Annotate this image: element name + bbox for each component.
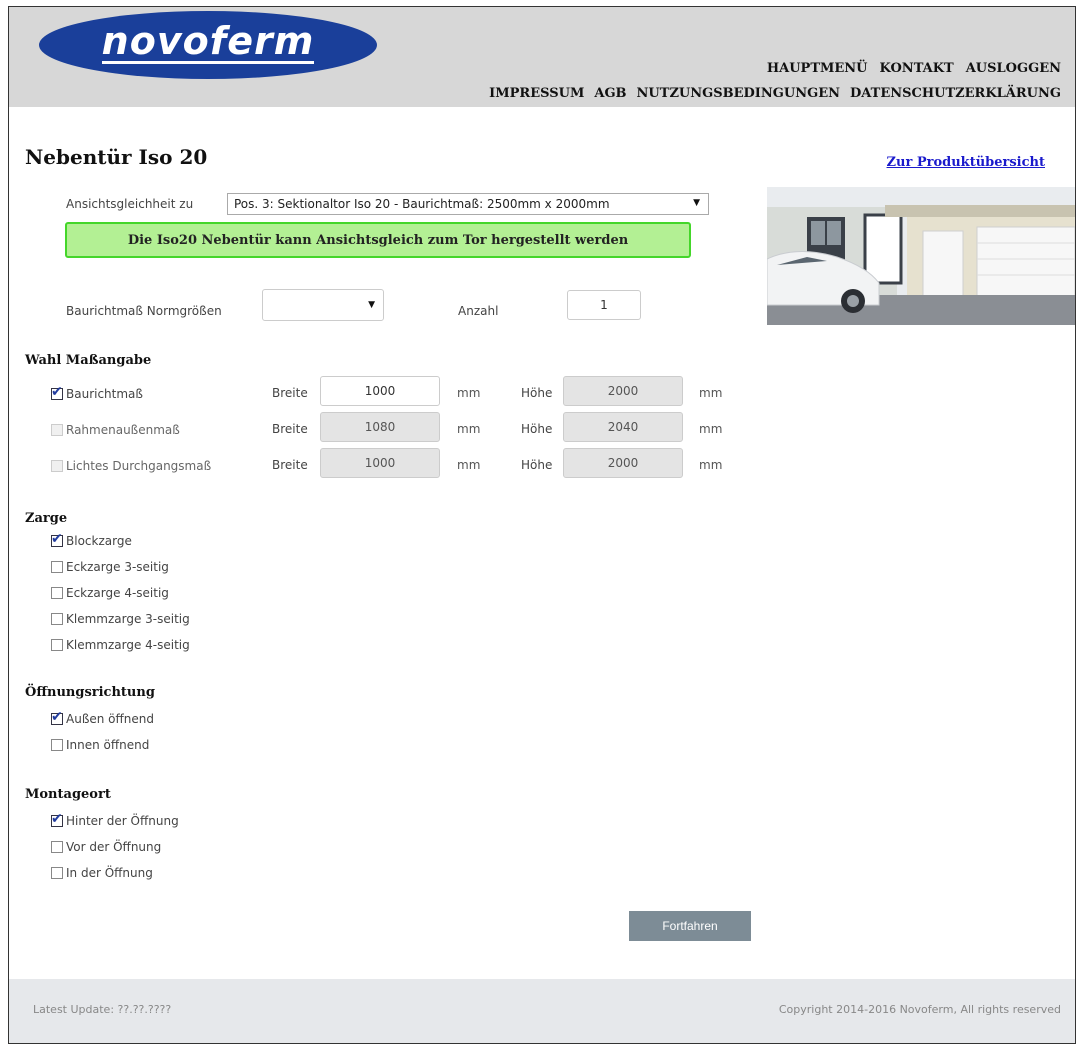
nav-impressum[interactable]: IMPRESSUM bbox=[489, 86, 584, 101]
checkbox-unchecked[interactable] bbox=[51, 613, 63, 625]
zarge-option-klemmzarge-4[interactable]: Klemmzarge 4-seitig bbox=[51, 636, 190, 654]
checkbox-unchecked[interactable] bbox=[51, 739, 63, 751]
option-label: Blockzarge bbox=[66, 534, 132, 548]
checkbox-unchecked[interactable] bbox=[51, 460, 63, 472]
unit-mm: mm bbox=[699, 386, 723, 400]
oeffnung-option-aussen[interactable]: Außen öffnend bbox=[51, 709, 154, 728]
checkbox-unchecked[interactable] bbox=[51, 587, 63, 599]
chevron-down-icon: ▼ bbox=[693, 198, 700, 208]
checkbox-checked[interactable] bbox=[51, 384, 63, 400]
nav-kontakt[interactable]: KONTAKT bbox=[880, 61, 954, 76]
ansicht-select[interactable]: Pos. 3: Sektionaltor Iso 20 - Baurichtma… bbox=[227, 193, 709, 215]
option-label: Außen öffnend bbox=[66, 712, 154, 726]
page-frame: novoferm HAUPTMENÜ KONTAKT AUSLOGGEN IMP… bbox=[8, 6, 1076, 1044]
unit-mm: mm bbox=[699, 422, 723, 436]
montage-option-vor[interactable]: Vor der Öffnung bbox=[51, 838, 161, 856]
zarge-option-eckzarge-4[interactable]: Eckzarge 4-seitig bbox=[51, 584, 169, 602]
unit-mm: mm bbox=[699, 458, 723, 472]
section-title-zarge: Zarge bbox=[25, 511, 68, 526]
hoehe-input: 2000 bbox=[563, 376, 683, 406]
breite-label: Breite bbox=[272, 422, 308, 436]
option-label: Klemmzarge 3-seitig bbox=[66, 612, 190, 626]
nav-ausloggen[interactable]: AUSLOGGEN bbox=[966, 61, 1061, 76]
hoehe-input: 2040 bbox=[563, 412, 683, 442]
checkbox-unchecked[interactable] bbox=[51, 841, 63, 853]
breite-label: Breite bbox=[272, 458, 308, 472]
rahmenaussenmass-option[interactable]: Rahmenaußenmaß bbox=[51, 421, 180, 439]
option-label: Lichtes Durchgangsmaß bbox=[66, 459, 212, 473]
nav-agb[interactable]: AGB bbox=[594, 86, 626, 101]
logo-text: novoferm bbox=[101, 18, 315, 64]
zarge-option-blockzarge[interactable]: Blockzarge bbox=[51, 531, 132, 550]
header: novoferm HAUPTMENÜ KONTAKT AUSLOGGEN IMP… bbox=[9, 7, 1075, 107]
unit-mm: mm bbox=[457, 386, 481, 400]
normgroessen-label: Baurichtmaß Normgrößen bbox=[66, 304, 222, 318]
ansicht-select-value: Pos. 3: Sektionaltor Iso 20 - Baurichtma… bbox=[234, 197, 610, 211]
option-label: Innen öffnend bbox=[66, 738, 150, 752]
montage-option-hinter[interactable]: Hinter der Öffnung bbox=[51, 811, 179, 830]
baurichtmass-option[interactable]: Baurichtmaß bbox=[51, 384, 143, 403]
hoehe-label: Höhe bbox=[521, 458, 553, 472]
section-title-oeffnung: Öffnungsrichtung bbox=[25, 685, 155, 700]
checkbox-unchecked[interactable] bbox=[51, 639, 63, 651]
checkbox-checked[interactable] bbox=[51, 709, 63, 725]
chevron-down-icon: ▼ bbox=[368, 300, 375, 310]
option-label: Hinter der Öffnung bbox=[66, 814, 179, 828]
breite-label: Breite bbox=[272, 386, 308, 400]
breite-input: 1080 bbox=[320, 412, 440, 442]
checkbox-checked[interactable] bbox=[51, 531, 63, 547]
option-label: Vor der Öffnung bbox=[66, 840, 162, 854]
oeffnung-option-innen[interactable]: Innen öffnend bbox=[51, 736, 149, 754]
normgroessen-select[interactable]: ▼ bbox=[262, 289, 384, 321]
breite-input[interactable]: 1000 bbox=[320, 376, 440, 406]
section-title-montage: Montageort bbox=[25, 787, 111, 802]
unit-mm: mm bbox=[457, 422, 481, 436]
unit-mm: mm bbox=[457, 458, 481, 472]
nav-nutzungsbedingungen[interactable]: NUTZUNGSBEDINGUNGEN bbox=[637, 86, 840, 101]
footer: Latest Update: ??.??.???? Copyright 2014… bbox=[9, 979, 1075, 1043]
option-label: Eckzarge 4-seitig bbox=[66, 586, 169, 600]
novoferm-logo[interactable]: novoferm bbox=[39, 11, 377, 79]
hoehe-label: Höhe bbox=[521, 422, 553, 436]
nav-hauptmenu[interactable]: HAUPTMENÜ bbox=[767, 61, 868, 76]
breite-input: 1000 bbox=[320, 448, 440, 478]
compatibility-notice: Die Iso20 Nebentür kann Ansichtsgleich z… bbox=[65, 222, 691, 258]
hoehe-input: 2000 bbox=[563, 448, 683, 478]
option-label: Klemmzarge 4-seitig bbox=[66, 638, 190, 652]
montage-option-in[interactable]: In der Öffnung bbox=[51, 864, 153, 882]
product-photo bbox=[767, 187, 1075, 325]
top-nav: HAUPTMENÜ KONTAKT AUSLOGGEN bbox=[767, 61, 1061, 76]
option-label: Rahmenaußenmaß bbox=[66, 423, 180, 437]
copyright: Copyright 2014-2016 Novoferm, All rights… bbox=[778, 1003, 1061, 1016]
checkbox-unchecked[interactable] bbox=[51, 424, 63, 436]
anzahl-input[interactable]: 1 bbox=[567, 290, 641, 320]
checkbox-unchecked[interactable] bbox=[51, 867, 63, 879]
zarge-option-klemmzarge-3[interactable]: Klemmzarge 3-seitig bbox=[51, 610, 190, 628]
anzahl-label: Anzahl bbox=[458, 304, 499, 318]
latest-update: Latest Update: ??.??.???? bbox=[33, 1003, 172, 1016]
ansicht-label: Ansichtsgleichheit zu bbox=[66, 197, 194, 211]
nav-datenschutz[interactable]: DATENSCHUTZERKLÄRUNG bbox=[850, 86, 1061, 101]
secondary-nav: IMPRESSUM AGB NUTZUNGSBEDINGUNGEN DATENS… bbox=[489, 86, 1061, 101]
hoehe-label: Höhe bbox=[521, 386, 553, 400]
section-title-masse: Wahl Maßangabe bbox=[25, 353, 152, 368]
checkbox-unchecked[interactable] bbox=[51, 561, 63, 573]
lichtes-durchgangsmass-option[interactable]: Lichtes Durchgangsmaß bbox=[51, 457, 211, 475]
checkbox-checked[interactable] bbox=[51, 811, 63, 827]
option-label: In der Öffnung bbox=[66, 866, 153, 880]
page-title: Nebentür Iso 20 bbox=[25, 145, 208, 169]
zarge-option-eckzarge-3[interactable]: Eckzarge 3-seitig bbox=[51, 558, 169, 576]
option-label: Eckzarge 3-seitig bbox=[66, 560, 169, 574]
option-label: Baurichtmaß bbox=[66, 387, 143, 401]
product-overview-link[interactable]: Zur Produktübersicht bbox=[887, 155, 1045, 170]
continue-button[interactable]: Fortfahren bbox=[629, 911, 751, 941]
